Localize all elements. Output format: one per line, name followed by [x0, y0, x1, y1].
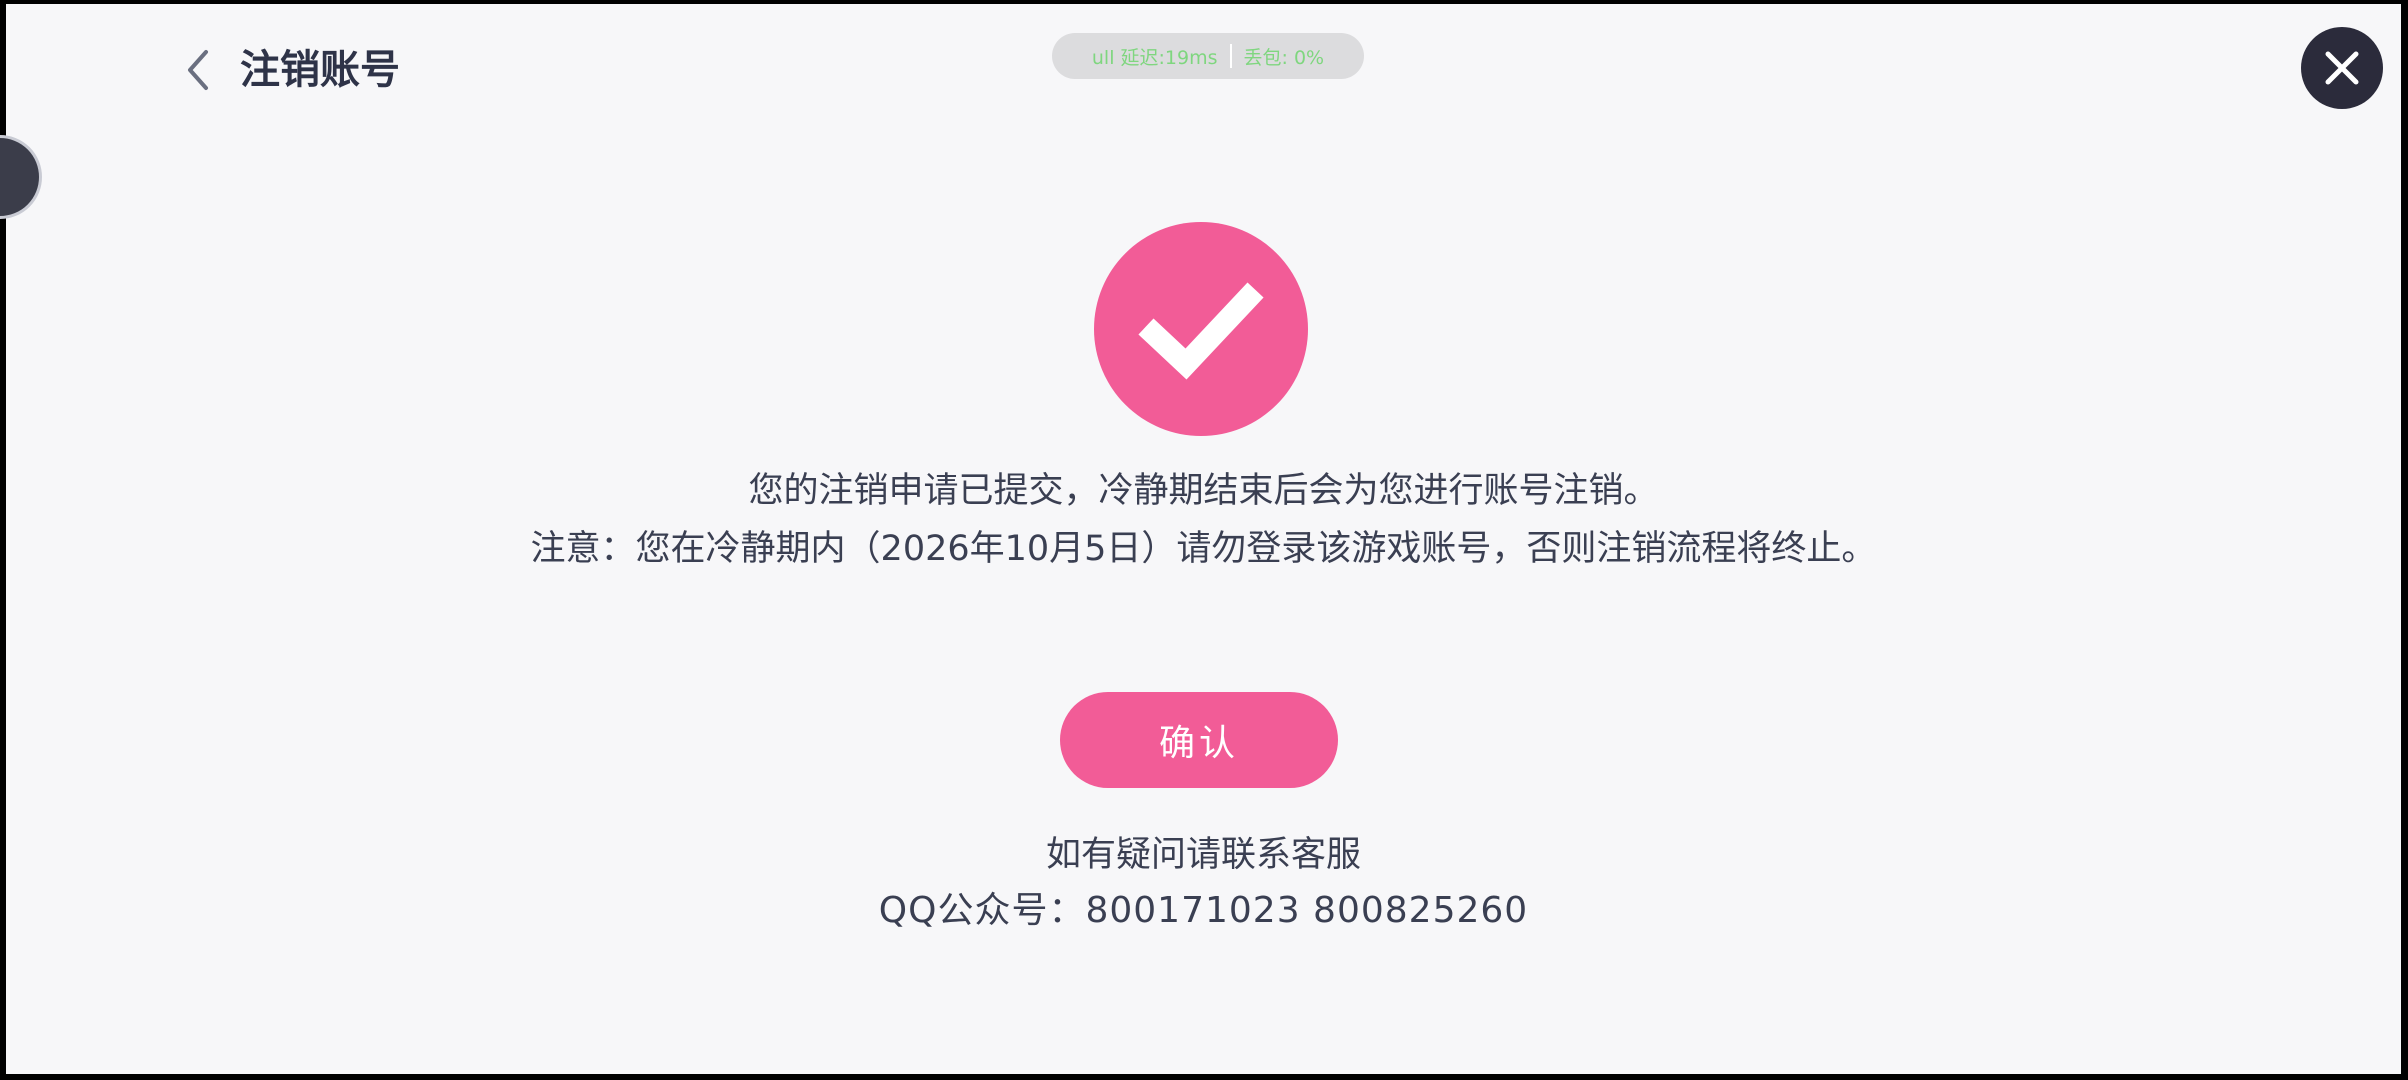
checkmark-icon [1138, 282, 1264, 380]
page-title: 注销账号 [240, 47, 400, 93]
account-cancellation-screen: 注销账号 ull 延迟:19ms 丢包: 0% 您的注销申请已提交，冷静期结束后… [0, 4, 2401, 1074]
success-badge [1094, 222, 1308, 436]
support-prompt: 如有疑问请联系客服 [1045, 835, 1361, 875]
cooling-period-notice: 注意：您在冷静期内（2026年10月5日）请勿登录该游戏账号，否则注销流程将终止… [530, 529, 1877, 569]
network-status-pill: ull 延迟:19ms 丢包: 0% [1052, 33, 1364, 79]
floating-ball-body [0, 135, 42, 219]
confirm-button[interactable]: 确认 [1060, 692, 1338, 788]
latency-text: ull 延迟:19ms [1091, 46, 1218, 69]
chevron-left-icon [188, 50, 208, 90]
back-button[interactable] [176, 46, 224, 94]
support-qq-numbers: QQ公众号：800171023 800825260 [878, 890, 1529, 931]
close-icon [2325, 51, 2359, 85]
close-button[interactable] [2301, 27, 2383, 109]
status-divider [1229, 44, 1232, 68]
packet-loss-text: 丢包: 0% [1243, 46, 1325, 69]
submitted-message: 您的注销申请已提交，冷静期结束后会为您进行账号注销。 [748, 471, 1659, 511]
floating-assistant-ball[interactable] [0, 135, 46, 221]
